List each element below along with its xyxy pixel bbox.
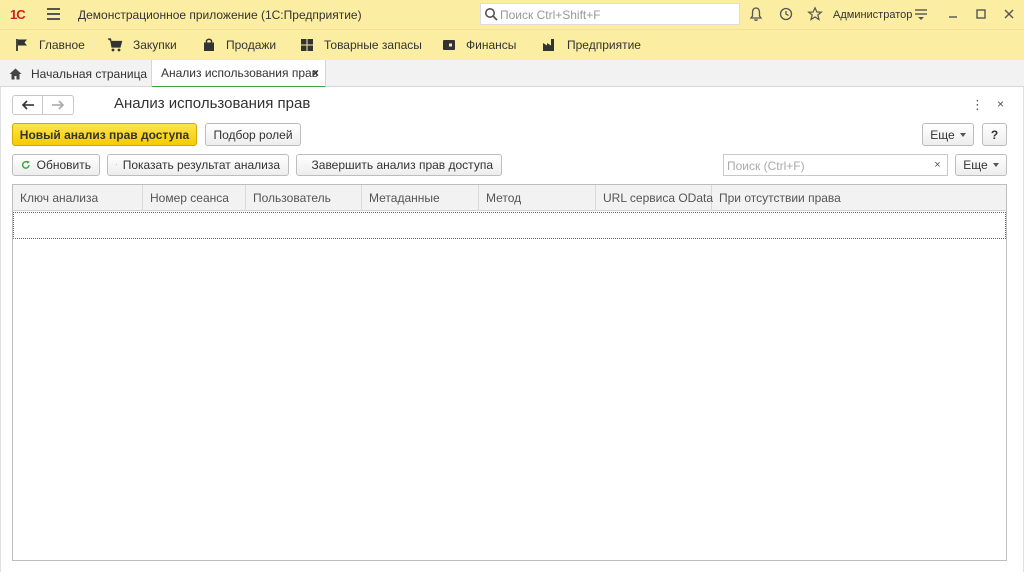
column-header-metadata[interactable]: Метаданные [362,185,479,211]
tab-home[interactable]: Начальная страница [0,60,152,87]
column-header-odata-url[interactable]: URL сервиса OData [596,185,713,211]
analysis-table[interactable]: Ключ анализа Номер сеанса Пользователь М… [12,184,1007,561]
button-label: Новый анализ прав доступа [19,127,190,142]
caret-down-icon [959,132,966,137]
column-header-no-right[interactable]: При отсутствии права [712,185,1006,211]
settings-icon[interactable] [913,6,929,22]
section-purchases[interactable]: Закупки [107,30,177,60]
section-enterprise[interactable]: Предприятие [542,30,641,60]
factory-icon [543,39,554,51]
button-label: ? [990,127,999,142]
section-label: Продажи [226,38,277,52]
help-button[interactable]: ? [982,123,1007,146]
cart-icon [108,38,123,52]
button-label: Еще [963,158,988,172]
button-label: Завершить анализ прав доступа [311,158,493,172]
page-title: Анализ использования прав [114,95,311,112]
flag-icon [16,39,27,51]
window-title: Демонстрационное приложение (1С:Предприя… [78,8,362,22]
close-icon[interactable] [1001,6,1017,22]
star-icon[interactable] [807,6,823,22]
button-label: Подбор ролей [213,127,293,142]
current-user[interactable]: Администратор [833,9,912,21]
section-label: Закупки [133,38,177,52]
table-more-button[interactable]: Еще [955,154,1007,176]
global-search-placeholder: Поиск Ctrl+Shift+F [500,8,601,22]
app-logo: 1С [10,7,26,22]
form-more-icon[interactable]: ⋮ [971,97,984,113]
section-sales[interactable]: Продажи [202,30,276,60]
column-header-key[interactable]: Ключ анализа [13,185,143,211]
arrow-right-icon [52,100,65,110]
section-label: Предприятие [567,38,641,52]
home-icon [9,68,22,79]
global-search-input[interactable]: Поиск Ctrl+Shift+F [480,3,740,25]
more-actions-button[interactable]: Еще [922,123,974,146]
section-label: Главное [39,38,85,52]
form-area: Анализ использования прав ⋮ × Новый анал… [0,87,1024,572]
sections-bar: Главное Закупки Продажи Товарные запасы … [0,29,1024,60]
button-label: Еще [930,127,955,142]
bag-icon [204,38,214,51]
nav-back-button[interactable] [12,95,43,115]
table-row[interactable] [13,212,1006,239]
column-header-method[interactable]: Метод [479,185,596,211]
column-header-user[interactable]: Пользователь [246,185,362,211]
table-search-placeholder: Поиск (Ctrl+F) [727,159,805,173]
grid-icon [301,39,313,51]
tab-close-icon[interactable]: × [312,66,319,80]
wallet-icon [443,40,455,50]
finish-analysis-button[interactable]: Завершить анализ прав доступа [296,154,502,176]
menu-icon[interactable] [47,8,60,20]
section-main[interactable]: Главное [15,30,85,60]
form-close-icon[interactable]: × [997,97,1004,111]
history-icon[interactable] [778,6,794,22]
new-analysis-button[interactable]: Новый анализ прав доступа [12,123,197,146]
refresh-button[interactable]: Обновить [12,154,100,176]
refresh-icon [21,160,30,169]
button-label: Обновить [36,158,91,172]
tab-label: Анализ использования прав [161,66,319,80]
show-result-button[interactable]: Показать результат анализа [107,154,289,176]
section-finance[interactable]: Финансы [442,30,516,60]
column-header-session[interactable]: Номер сеанса [143,185,246,211]
nav-forward-button[interactable] [43,95,74,115]
section-label: Товарные запасы [324,38,422,52]
maximize-icon[interactable] [973,6,989,22]
section-stock[interactable]: Товарные запасы [300,30,422,60]
caret-down-icon [992,163,999,167]
arrow-left-icon [21,100,34,110]
open-window-icon [116,164,117,166]
tab-label: Начальная страница [31,66,148,81]
title-bar: 1С Демонстрационное приложение (1С:Предп… [0,0,1024,29]
search-clear-icon[interactable]: × [928,154,948,176]
stop-icon [305,164,306,166]
bell-icon[interactable] [748,6,764,22]
table-search-input[interactable]: Поиск (Ctrl+F) [723,154,929,176]
table-header: Ключ анализа Номер сеанса Пользователь М… [13,185,1006,211]
section-label: Финансы [466,38,517,52]
minimize-icon[interactable] [945,6,961,22]
open-tabs-bar: Начальная страница Анализ использования … [0,60,1024,88]
tab-rights-analysis[interactable]: Анализ использования прав × [152,60,326,88]
select-roles-button[interactable]: Подбор ролей [205,123,301,146]
search-icon [485,8,498,21]
button-label: Показать результат анализа [122,158,280,172]
